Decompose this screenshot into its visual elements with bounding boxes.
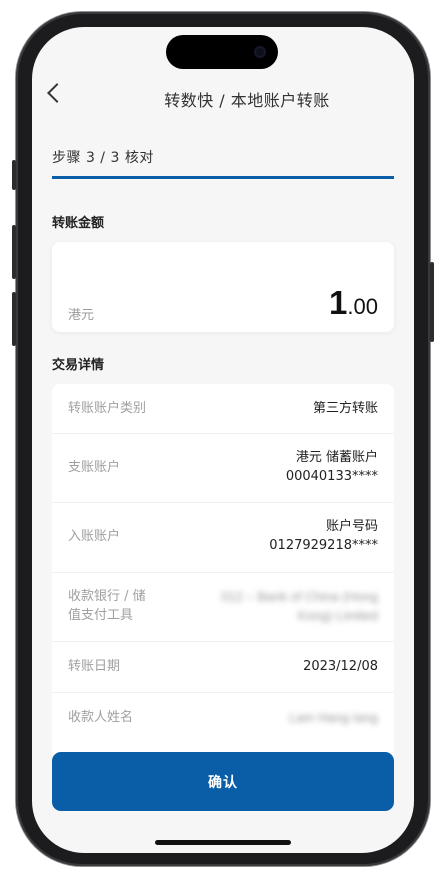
side-button-volume-up bbox=[12, 225, 16, 279]
detail-label-line: 值支付工具 bbox=[68, 608, 134, 623]
side-button-action bbox=[12, 160, 16, 190]
detail-row-payee-name: 收款人姓名 Lam Hang Iang bbox=[52, 692, 394, 742]
detail-row-transfer-type: 转账账户类别 第三方转账 bbox=[52, 384, 394, 434]
step-progress-bar bbox=[52, 176, 394, 179]
chevron-left-icon[interactable] bbox=[47, 83, 67, 103]
amount-value: 1.00 bbox=[329, 286, 378, 319]
amount-integer: 1 bbox=[329, 284, 348, 321]
screen: 转数快 / 本地账户转账 步骤 3 / 3 核对 转账金额 港元 1.00 交易… bbox=[32, 27, 414, 853]
confirm-button[interactable]: 确认 bbox=[52, 752, 394, 811]
detail-label: 支账账户 bbox=[68, 460, 121, 475]
detail-value-line: 港元 储蓄账户 bbox=[295, 450, 378, 465]
detail-label: 转账日期 bbox=[68, 659, 121, 674]
detail-value: 012 – Bank of China (Hong Kong) Limited bbox=[221, 587, 378, 625]
detail-label-line: 收款银行 / 储 bbox=[68, 589, 146, 604]
dynamic-island bbox=[166, 35, 278, 69]
page-title: 转数快 / 本地账户转账 bbox=[164, 91, 330, 110]
detail-value: Lam Hang Iang bbox=[289, 710, 378, 725]
camera-icon bbox=[254, 46, 266, 58]
amount-section-title: 转账金额 bbox=[52, 216, 105, 231]
detail-label: 收款银行 / 储 值支付工具 bbox=[68, 587, 146, 625]
amount-currency: 港元 bbox=[68, 308, 95, 323]
detail-row-transfer-date: 转账日期 2023/12/08 bbox=[52, 641, 394, 693]
detail-value: 2023/12/08 bbox=[303, 659, 378, 674]
detail-label: 转账账户类别 bbox=[68, 401, 147, 416]
step-progress-fill bbox=[52, 176, 394, 179]
detail-label: 收款人姓名 bbox=[68, 710, 134, 725]
side-button-power bbox=[430, 262, 434, 342]
detail-value: 账户号码 0127929218**** bbox=[269, 517, 378, 555]
detail-value-line: 012 – Bank of China (Hong bbox=[221, 589, 378, 604]
detail-value: 港元 储蓄账户 00040133**** bbox=[286, 448, 378, 486]
detail-value-line: 账户号码 bbox=[325, 519, 378, 534]
detail-value-line: 00040133**** bbox=[285, 469, 378, 484]
home-indicator bbox=[155, 840, 291, 845]
side-button-volume-down bbox=[12, 292, 16, 346]
step-indicator: 步骤 3 / 3 核对 bbox=[52, 150, 154, 166]
detail-value: 第三方转账 bbox=[312, 401, 378, 416]
amount-decimal: .00 bbox=[347, 294, 378, 319]
detail-row-payee-bank: 收款银行 / 储 值支付工具 012 – Bank of China (Hong… bbox=[52, 572, 394, 642]
detail-row-credit-account: 入账账户 账户号码 0127929218**** bbox=[52, 502, 394, 573]
detail-value-line: 0127929218**** bbox=[269, 538, 378, 553]
details-card: 转账账户类别 第三方转账 支账账户 港元 储蓄账户 00040133**** 入… bbox=[52, 384, 394, 764]
detail-label: 入账账户 bbox=[68, 529, 121, 544]
detail-value-line: Kong) Limited bbox=[297, 608, 378, 623]
amount-card: 港元 1.00 bbox=[52, 242, 394, 332]
details-section-title: 交易详情 bbox=[52, 358, 105, 373]
detail-row-debit-account: 支账账户 港元 储蓄账户 00040133**** bbox=[52, 433, 394, 503]
